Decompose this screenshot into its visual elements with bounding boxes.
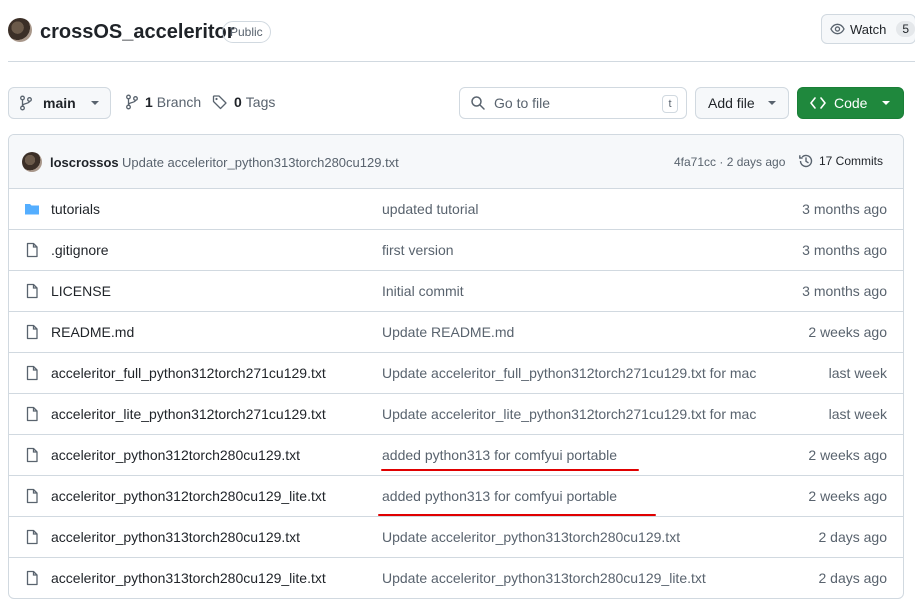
commit-author[interactable]: loscrossos bbox=[50, 155, 119, 170]
chevron-down-icon bbox=[882, 101, 891, 105]
file-commit-message[interactable]: Update acceleritor_python313torch280cu12… bbox=[382, 570, 706, 586]
file-icon bbox=[24, 242, 42, 260]
commit-message[interactable]: Update acceleritor_python313torch280cu12… bbox=[122, 155, 399, 170]
file-icon bbox=[24, 529, 42, 547]
tags-link[interactable]: 0 Tags bbox=[212, 94, 275, 110]
go-to-file-input[interactable]: Go to file t bbox=[459, 87, 687, 119]
file-commit-age: 2 days ago bbox=[818, 529, 888, 545]
code-button[interactable]: Code bbox=[797, 87, 904, 119]
tag-count: 0 bbox=[234, 94, 242, 110]
file-commit-message[interactable]: updated tutorial bbox=[382, 201, 479, 217]
table-row: acceleritor_python312torch280cu129_lite.… bbox=[9, 476, 903, 517]
branch-selector[interactable]: main bbox=[8, 87, 111, 119]
file-name-link[interactable]: .gitignore bbox=[51, 242, 109, 258]
branch-icon bbox=[20, 95, 32, 111]
table-row: .gitignore first version 3 months ago bbox=[9, 230, 903, 271]
branch-name: main bbox=[43, 95, 76, 111]
table-row: acceleritor_python313torch280cu129.txt Up… bbox=[9, 517, 903, 558]
code-icon bbox=[810, 97, 826, 109]
watch-label: Watch bbox=[849, 21, 887, 37]
code-label: Code bbox=[834, 95, 868, 111]
file-name-link[interactable]: acceleritor_lite_python312torch271cu129.… bbox=[51, 406, 326, 422]
file-icon bbox=[24, 406, 42, 424]
file-commit-age: 2 days ago bbox=[818, 570, 888, 586]
file-commit-age: 3 months ago bbox=[802, 201, 887, 217]
branch-count: 1 bbox=[145, 94, 153, 110]
file-icon bbox=[24, 488, 42, 506]
table-row: acceleritor_python313torch280cu129_lite.… bbox=[9, 558, 903, 598]
file-name-link[interactable]: LICENSE bbox=[51, 283, 111, 299]
table-row: acceleritor_lite_python312torch271cu129.… bbox=[9, 394, 903, 435]
file-icon bbox=[24, 365, 42, 383]
table-row: acceleritor_full_python312torch271cu129.… bbox=[9, 353, 903, 394]
add-file-button[interactable]: Add file bbox=[695, 87, 789, 119]
file-name-link[interactable]: tutorials bbox=[51, 201, 100, 217]
file-name-link[interactable]: acceleritor_python313torch280cu129_lite.… bbox=[51, 570, 326, 586]
header-divider bbox=[8, 61, 915, 62]
search-placeholder: Go to file bbox=[494, 95, 551, 111]
file-commit-message[interactable]: first version bbox=[382, 242, 454, 258]
file-commit-message[interactable]: added python313 for comfyui portable bbox=[382, 488, 617, 504]
file-commit-message[interactable]: Update acceleritor_full_python312torch27… bbox=[382, 365, 756, 381]
file-commit-age: 3 months ago bbox=[802, 283, 887, 299]
chevron-down-icon bbox=[90, 101, 99, 105]
file-icon bbox=[24, 447, 42, 465]
branch-word: Branch bbox=[156, 94, 202, 110]
tag-word: Tags bbox=[245, 94, 276, 110]
file-commit-age: 3 months ago bbox=[802, 242, 887, 258]
branch-icon bbox=[126, 94, 138, 110]
red-underline-annotation bbox=[381, 469, 639, 471]
file-icon bbox=[24, 324, 42, 342]
file-name-link[interactable]: acceleritor_python312torch280cu129_lite.… bbox=[51, 488, 326, 504]
visibility-badge: Public bbox=[222, 21, 271, 43]
file-icon bbox=[24, 283, 42, 301]
latest-commit-bar: loscrossos Update acceleritor_python313t… bbox=[9, 135, 903, 189]
branches-link[interactable]: 1 Branch bbox=[125, 94, 201, 110]
history-icon bbox=[799, 154, 813, 168]
file-commit-age: last week bbox=[828, 365, 887, 381]
file-name-link[interactable]: acceleritor_python312torch280cu129.txt bbox=[51, 447, 300, 463]
file-commit-age: 2 weeks ago bbox=[808, 447, 887, 463]
table-row: README.md Update README.md 2 weeks ago bbox=[9, 312, 903, 353]
file-name-link[interactable]: README.md bbox=[51, 324, 134, 340]
add-file-label: Add file bbox=[708, 95, 755, 111]
file-commit-age: 2 weeks ago bbox=[808, 488, 887, 504]
table-row: tutorials updated tutorial 3 months ago bbox=[9, 189, 903, 230]
watch-button[interactable]: Watch 5 bbox=[821, 14, 915, 44]
red-underline-annotation bbox=[378, 514, 656, 516]
repo-header: crossOS_acceleritor Public Watch 5 bbox=[8, 14, 915, 48]
file-commit-message[interactable]: Update acceleritor_lite_python312torch27… bbox=[382, 406, 756, 422]
commits-link[interactable]: 17 Commits bbox=[798, 153, 883, 169]
file-rows: tutorials updated tutorial 3 months ago .gi… bbox=[9, 189, 903, 598]
file-name-link[interactable]: acceleritor_python313torch280cu129.txt bbox=[51, 529, 300, 545]
shortcut-key: t bbox=[662, 95, 678, 113]
file-commit-message[interactable]: Initial commit bbox=[382, 283, 464, 299]
file-commit-message[interactable]: added python313 for comfyui portable bbox=[382, 447, 617, 463]
repo-name[interactable]: crossOS_acceleritor bbox=[40, 21, 235, 44]
file-table: loscrossos Update acceleritor_python313t… bbox=[8, 134, 904, 599]
file-commit-age: 2 weeks ago bbox=[808, 324, 887, 340]
file-commit-message[interactable]: Update acceleritor_python313torch280cu12… bbox=[382, 529, 680, 545]
author-avatar[interactable] bbox=[22, 152, 42, 172]
chevron-down-icon bbox=[767, 101, 776, 105]
file-commit-message[interactable]: Update README.md bbox=[382, 324, 514, 340]
commit-hash-time[interactable]: 4fa71cc · 2 days ago bbox=[674, 155, 785, 169]
commits-label: 17 Commits bbox=[819, 154, 884, 168]
watch-count: 5 bbox=[896, 21, 915, 37]
table-row: LICENSE Initial commit 3 months ago bbox=[9, 271, 903, 312]
owner-avatar[interactable] bbox=[8, 18, 32, 42]
tag-icon bbox=[212, 95, 227, 110]
file-icon bbox=[24, 570, 42, 588]
file-name-link[interactable]: acceleritor_full_python312torch271cu129.… bbox=[51, 365, 326, 381]
folder-icon bbox=[24, 201, 42, 219]
eye-icon bbox=[830, 23, 845, 35]
file-commit-age: last week bbox=[828, 406, 887, 422]
search-icon bbox=[471, 96, 485, 110]
